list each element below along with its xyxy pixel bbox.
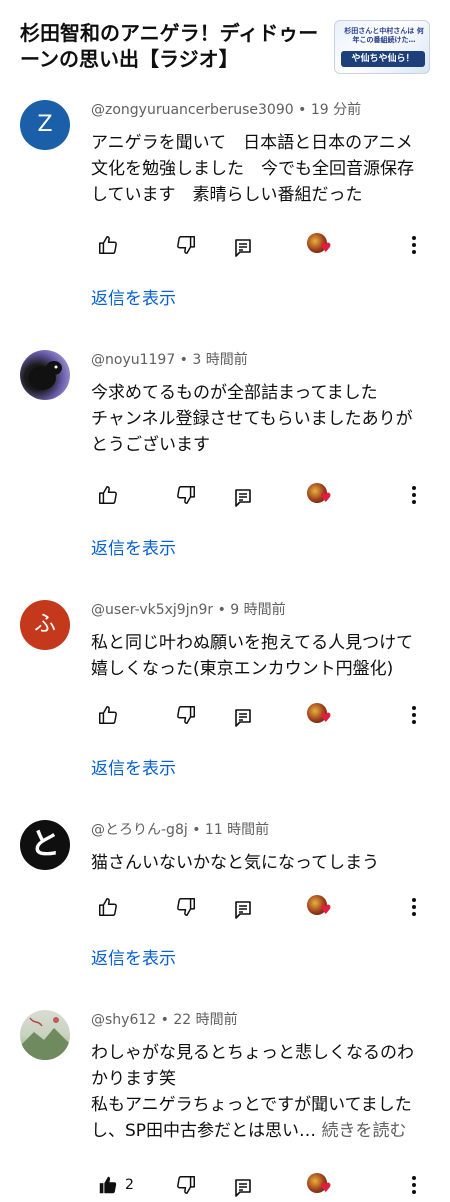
thumbs-down-icon xyxy=(177,898,195,916)
comment-icon xyxy=(235,489,251,507)
thumbs-down-icon xyxy=(177,706,195,724)
thumbs-up-icon xyxy=(99,706,117,724)
comment-author[interactable]: @noyu1197 xyxy=(91,352,175,368)
dislike-button[interactable] xyxy=(175,230,197,260)
comment-actions: ♥ xyxy=(91,230,441,260)
comment-meta: @shy612 • 22 時間前 xyxy=(91,1012,238,1028)
comment-author[interactable]: @shy612 xyxy=(91,1012,156,1028)
avatar-letter: ふ xyxy=(33,612,56,637)
comment-text: アニゲラを聞いて 日本語と日本のアニメ 文化を勉強しました 今でも全回音源保存 … xyxy=(91,133,414,205)
comment-actions: ♥ xyxy=(91,700,441,730)
more-vert-icon xyxy=(412,706,416,724)
thumbs-up-icon xyxy=(99,898,117,916)
view-replies-link[interactable]: 返信を表示 xyxy=(91,538,176,560)
comment-text: わしゃがな見るとちょっと悲しくなるのわ かります笑 私もアニゲラちょっとですが聞… xyxy=(91,1043,414,1141)
comment-time: 3 時間前 xyxy=(192,352,248,368)
heart-icon: ♥ xyxy=(320,241,332,256)
video-title[interactable]: 杉田智和のアニゲラ！ディドゥーーンの思い出【ラジオ】 xyxy=(20,20,326,72)
avatar[interactable]: Z xyxy=(20,100,70,150)
thumbs-down-icon xyxy=(177,486,195,504)
thumbs-up-icon xyxy=(99,236,117,254)
avatar[interactable]: と xyxy=(20,820,70,870)
avatar[interactable]: ふ xyxy=(20,600,70,650)
reply-button[interactable] xyxy=(233,482,253,512)
comment-author[interactable]: @zongyuruancerberuse3090 xyxy=(91,102,294,118)
reply-button[interactable] xyxy=(233,894,253,924)
comment-actions: ♥ xyxy=(91,480,441,510)
reply-button[interactable] xyxy=(233,232,253,262)
heart-icon: ♥ xyxy=(320,491,332,506)
thumbs-up-filled-icon xyxy=(99,1176,117,1194)
comment-icon xyxy=(235,239,251,257)
comment-icon xyxy=(235,901,251,919)
comment-author[interactable]: @とろりん-g8j xyxy=(91,822,188,838)
read-more-link[interactable]: 続きを読む xyxy=(321,1121,406,1141)
dog-icon xyxy=(28,361,62,390)
like-button[interactable] xyxy=(97,892,119,922)
like-button[interactable] xyxy=(97,700,119,730)
more-vert-icon xyxy=(412,236,416,254)
video-header: 杉田智和のアニゲラ！ディドゥーーンの思い出【ラジオ】 杉田さんと中村さんは 何年… xyxy=(0,0,450,90)
thumbs-up-icon xyxy=(99,486,117,504)
more-options-button[interactable] xyxy=(411,700,417,730)
comment-meta: @zongyuruancerberuse3090 • 19 分前 xyxy=(91,102,362,118)
thumbnail-banner: や仙ちや仙ら！ xyxy=(341,51,425,67)
heart-icon: ♥ xyxy=(320,903,332,918)
avatar[interactable] xyxy=(20,1010,70,1060)
like-button[interactable] xyxy=(97,480,119,510)
more-vert-icon xyxy=(412,1176,416,1194)
heart-icon: ♥ xyxy=(320,711,332,726)
more-options-button[interactable] xyxy=(411,480,417,510)
creator-heart: ♥ xyxy=(305,230,335,260)
comment-meta: @とろりん-g8j • 11 時間前 xyxy=(91,822,270,838)
thumbs-down-icon xyxy=(177,236,195,254)
avatar[interactable] xyxy=(20,350,70,400)
dislike-button[interactable] xyxy=(175,892,197,922)
view-replies-link[interactable]: 返信を表示 xyxy=(91,948,176,970)
like-button[interactable]: 2 xyxy=(97,1170,134,1200)
comment-time: 9 時間前 xyxy=(230,602,286,618)
view-replies-link[interactable]: 返信を表示 xyxy=(91,758,176,780)
creator-heart: ♥ xyxy=(305,892,335,922)
comment-actions: 2 ♥ xyxy=(91,1170,441,1200)
comment-icon xyxy=(235,1179,251,1197)
creator-heart: ♥ xyxy=(305,1170,335,1200)
comment-text: 猫さんいないかなと気になってしまう xyxy=(91,853,380,873)
comment-time: 19 分前 xyxy=(310,102,362,118)
avatar-letter: Z xyxy=(37,112,53,137)
more-vert-icon xyxy=(412,486,416,504)
dislike-button[interactable] xyxy=(175,1170,197,1200)
landscape-icon xyxy=(20,1017,70,1060)
creator-heart: ♥ xyxy=(305,700,335,730)
view-replies-link[interactable]: 返信を表示 xyxy=(91,288,176,310)
video-thumbnail[interactable]: 杉田さんと中村さんは 何年この番組続けた… や仙ちや仙ら！ xyxy=(334,20,430,74)
like-count: 2 xyxy=(125,1177,134,1193)
comment-actions: ♥ xyxy=(91,892,441,922)
comment-time: 22 時間前 xyxy=(173,1012,238,1028)
comment-meta: @noyu1197 • 3 時間前 xyxy=(91,352,248,368)
comment-text: 私と同じ叶わぬ願いを抱えてる人見つけて 嬉しくなった(東京エンカウント円盤化) xyxy=(91,633,414,679)
comment-icon xyxy=(235,709,251,727)
avatar-letter: と xyxy=(30,827,60,862)
more-vert-icon xyxy=(412,898,416,916)
dislike-button[interactable] xyxy=(175,700,197,730)
comment-text: 今求めてるものが全部詰まってました チャンネル登録させてもらいましたありが とう… xyxy=(91,383,413,455)
reply-button[interactable] xyxy=(233,1172,253,1202)
heart-icon: ♥ xyxy=(320,1181,332,1196)
comment-meta: @user-vk5xj9jn9r • 9 時間前 xyxy=(91,602,286,618)
thumbnail-caption: 杉田さんと中村さんは 何年この番組続けた… xyxy=(344,27,424,44)
comment-author[interactable]: @user-vk5xj9jn9r xyxy=(91,602,213,618)
more-options-button[interactable] xyxy=(411,230,417,260)
like-button[interactable] xyxy=(97,230,119,260)
dislike-button[interactable] xyxy=(175,480,197,510)
creator-heart: ♥ xyxy=(305,480,335,510)
reply-button[interactable] xyxy=(233,702,253,732)
more-options-button[interactable] xyxy=(411,1170,417,1200)
thumbs-down-icon xyxy=(177,1176,195,1194)
more-options-button[interactable] xyxy=(411,892,417,922)
comment-time: 11 時間前 xyxy=(204,822,270,838)
